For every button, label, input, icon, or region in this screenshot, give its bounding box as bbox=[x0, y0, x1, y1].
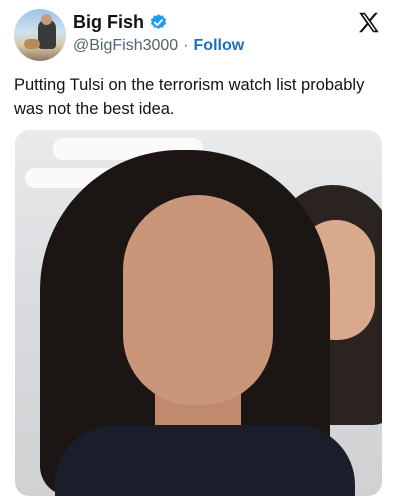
tweet-text: Putting Tulsi on the terrorism watch lis… bbox=[14, 76, 365, 118]
author-handle[interactable]: @BigFish3000 bbox=[73, 37, 178, 55]
x-logo-icon[interactable] bbox=[356, 10, 382, 36]
author-avatar[interactable] bbox=[14, 9, 66, 61]
separator-dot: · bbox=[183, 37, 189, 54]
author-display-name[interactable]: Big Fish bbox=[73, 12, 144, 33]
photo-main-person-jacket bbox=[55, 425, 355, 496]
author-handle-row: @BigFish3000 · Follow bbox=[73, 37, 244, 55]
follow-button[interactable]: Follow bbox=[194, 37, 245, 55]
avatar-dog-figure bbox=[24, 39, 40, 49]
author-name-row: Big Fish bbox=[73, 12, 168, 33]
verified-badge-icon bbox=[150, 14, 167, 29]
tweet-card: Big Fish @BigFish3000 · Follow Putting T… bbox=[0, 0, 402, 500]
avatar-person-head bbox=[41, 14, 52, 25]
tweet-photo[interactable] bbox=[15, 130, 382, 496]
photo-main-person-face bbox=[123, 195, 273, 405]
